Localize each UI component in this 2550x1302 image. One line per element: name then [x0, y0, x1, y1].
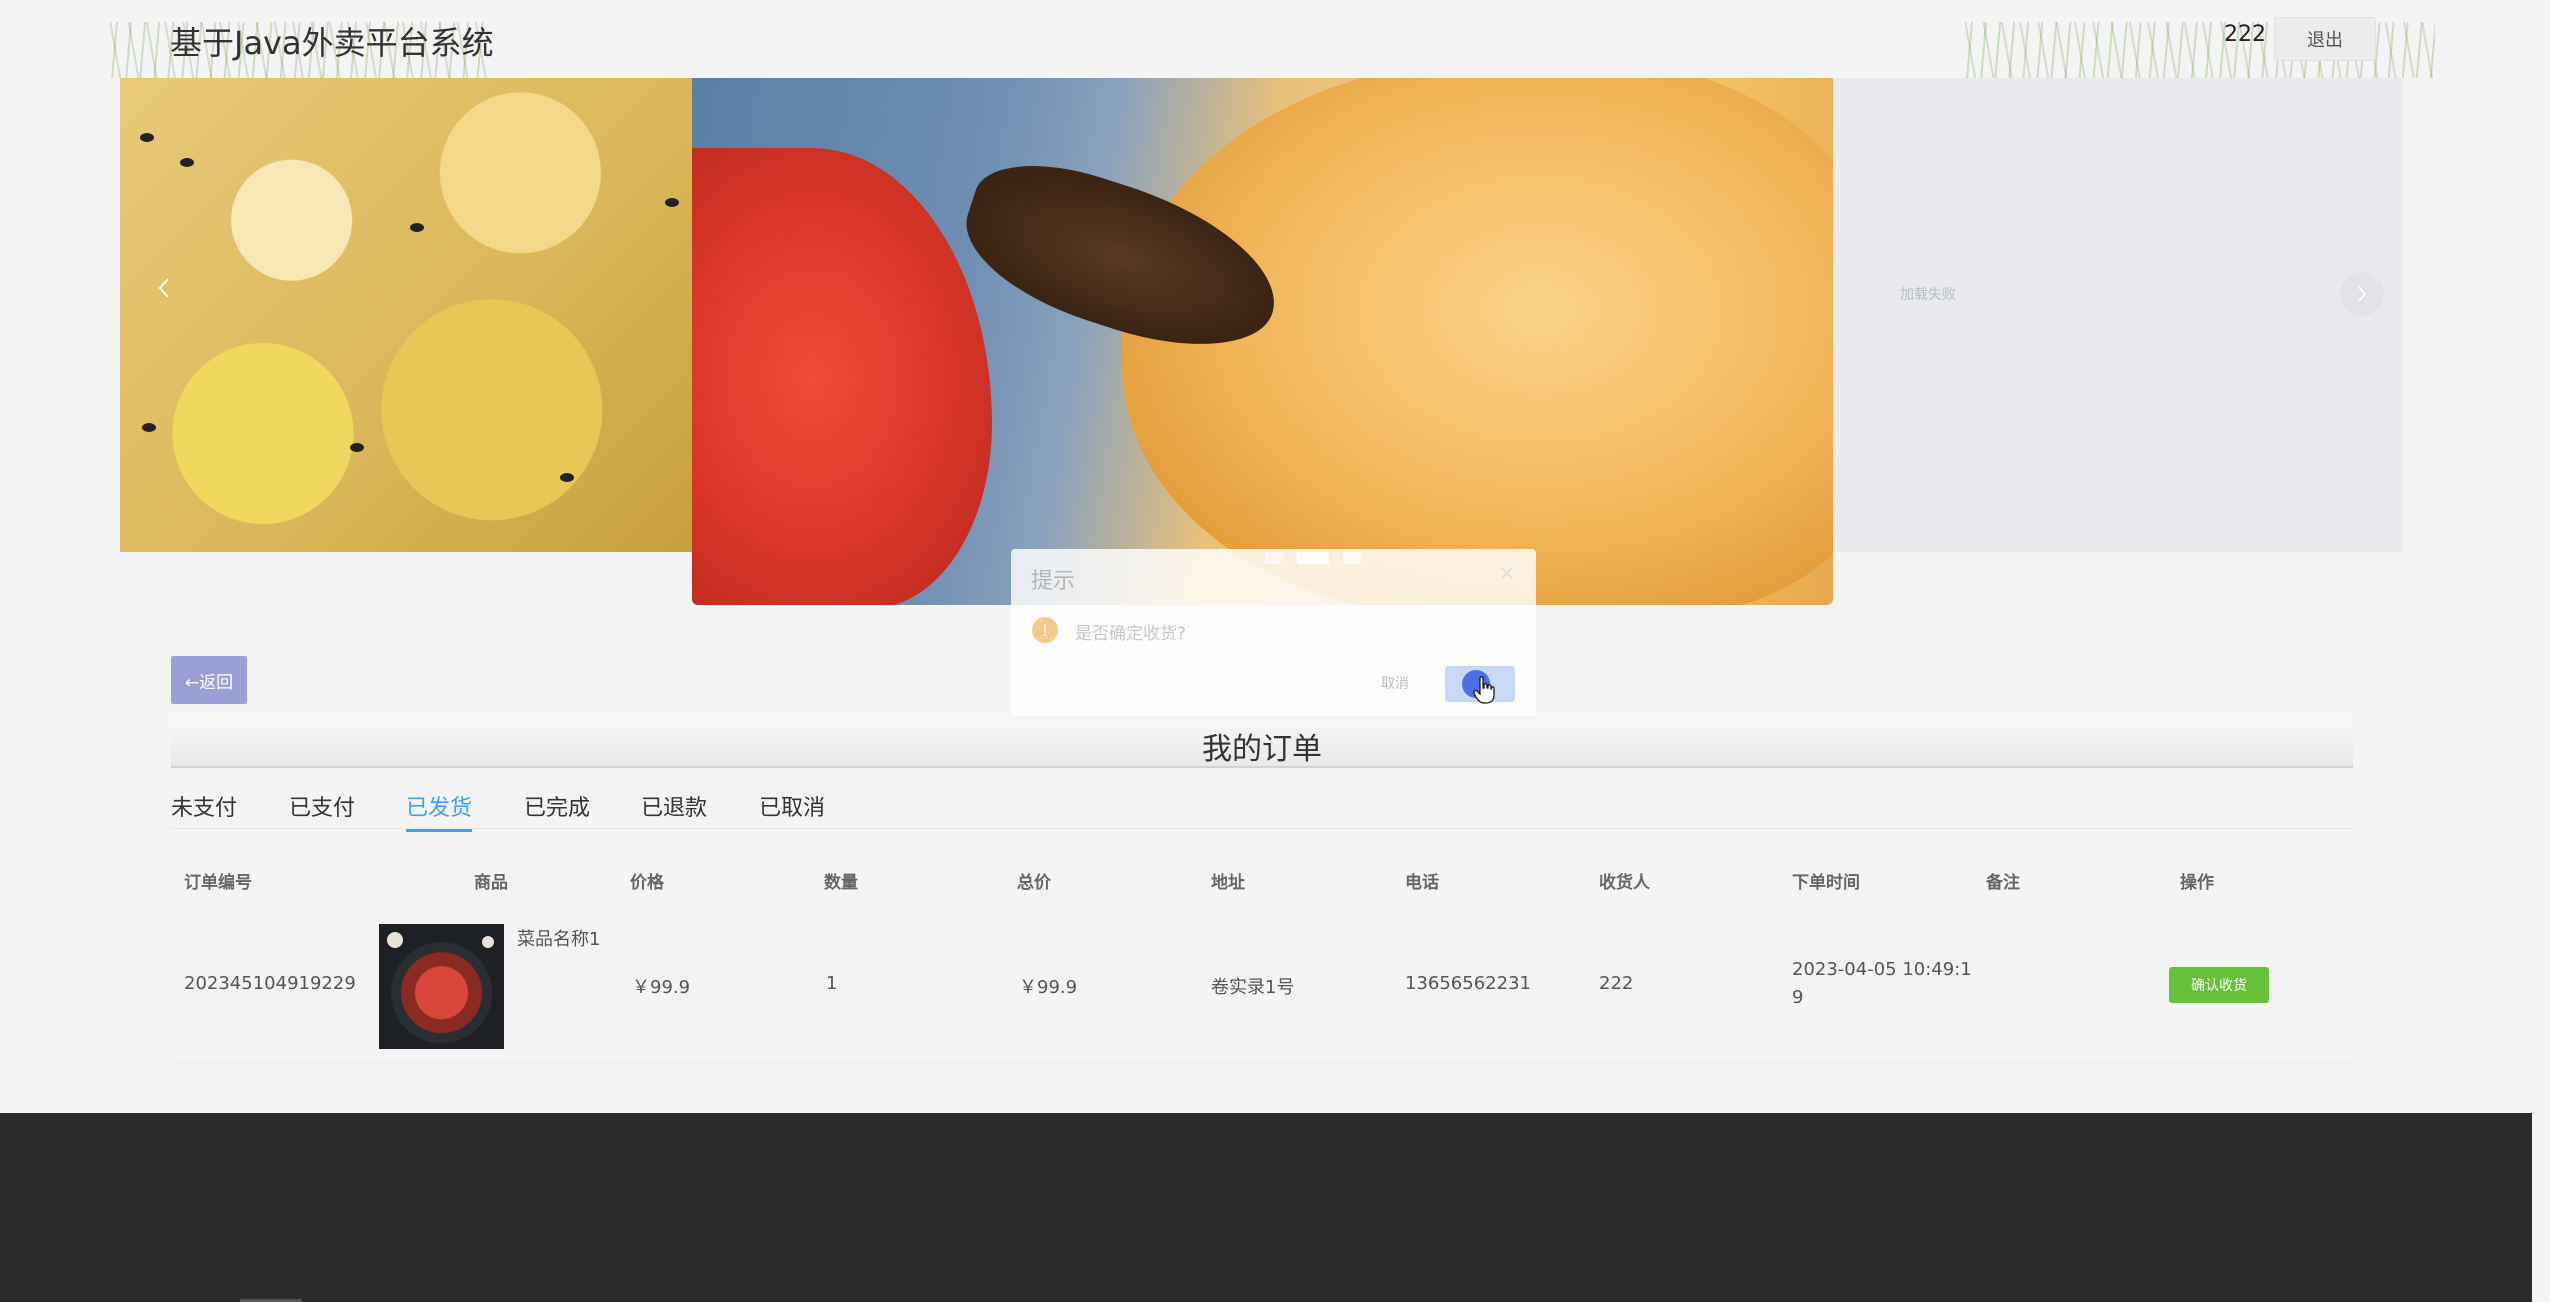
- back-button[interactable]: ←返回: [171, 656, 247, 704]
- chevron-left-icon: [158, 278, 169, 298]
- sesame-seed: [180, 158, 194, 167]
- column-header: 地址: [1211, 873, 1245, 893]
- sesame-seed: [140, 133, 154, 142]
- tab-cancelled[interactable]: 已取消: [759, 790, 825, 822]
- column-header: 收货人: [1599, 873, 1650, 893]
- total-price: ￥99.9: [1019, 977, 1078, 998]
- column-header: 操作: [2180, 873, 2214, 893]
- column-header: 订单编号: [184, 873, 252, 893]
- site-title: 基于Java外卖平台系统: [170, 24, 494, 62]
- carousel-slide-prev: [120, 78, 692, 552]
- order-number: 202345104919229: [184, 973, 356, 994]
- column-header: 备注: [1986, 873, 2020, 893]
- sesame-seed: [410, 223, 424, 232]
- column-header: 数量: [824, 873, 858, 893]
- carousel-prev-button[interactable]: [146, 270, 182, 306]
- user-name: 222: [2224, 22, 2266, 47]
- product-name: 菜品名称1: [517, 929, 601, 950]
- close-icon[interactable]: ×: [1498, 561, 1516, 586]
- chevron-right-icon: [2358, 286, 2367, 302]
- hand-cursor-icon: [1473, 676, 1495, 704]
- dialog-message: 是否确定收货?: [1075, 624, 1187, 644]
- product-image: [379, 924, 504, 1049]
- price: ￥99.9: [632, 977, 691, 998]
- page-title: 我的订单: [1202, 732, 1322, 767]
- order-status-tabs: 未支付 已支付 已发货 已完成 已退款 已取消: [171, 786, 2353, 832]
- table-row: 202345104919229 菜品名称1 ￥99.9 1 ￥99.9 卷实录1…: [171, 907, 2353, 1064]
- dialog-cancel-button[interactable]: 取消: [1366, 666, 1424, 700]
- dialog-title: 提示: [1031, 569, 1076, 594]
- confirm-receipt-button[interactable]: 确认收货: [2169, 967, 2269, 1003]
- logout-button[interactable]: 退出: [2274, 17, 2376, 61]
- carousel-next-button[interactable]: [2340, 272, 2384, 316]
- column-header: 商品: [474, 873, 508, 893]
- orders-table: 订单编号 商品 价格 数量 总价 地址 电话 收货人 下单时间 备注 操作 20…: [171, 848, 2353, 1064]
- quantity: 1: [826, 973, 838, 994]
- sesame-seed: [142, 423, 156, 432]
- tab-paid[interactable]: 已支付: [289, 790, 355, 822]
- page-footer: [0, 1113, 2532, 1302]
- sesame-seed: [665, 198, 679, 207]
- order-time-wrap: 9: [1792, 987, 1804, 1008]
- food-image-part: [692, 148, 992, 605]
- site-header: 基于Java外卖平台系统: [110, 0, 2435, 78]
- phone: 13656562231: [1405, 973, 1531, 994]
- banner-carousel: 加载失败: [0, 0, 2550, 620]
- column-header: 电话: [1405, 873, 1439, 893]
- warning-icon: !: [1032, 617, 1058, 643]
- dialog-ok-button[interactable]: [1445, 666, 1515, 704]
- sesame-seed: [560, 473, 574, 482]
- tab-completed[interactable]: 已完成: [524, 790, 590, 822]
- order-time: 2023-04-05 10:49:1: [1792, 959, 1972, 980]
- column-header: 价格: [630, 873, 664, 893]
- address: 卷实录1号: [1211, 977, 1295, 998]
- confirm-dialog: 提示 × ! 是否确定收货? 取消: [1011, 549, 1536, 716]
- tab-shipped[interactable]: 已发货: [406, 790, 473, 832]
- sesame-seed: [350, 443, 364, 452]
- column-header: 下单时间: [1792, 873, 1860, 893]
- tab-refunded[interactable]: 已退款: [641, 790, 707, 822]
- column-header: 总价: [1017, 873, 1051, 893]
- orders-title-bar: 我的订单: [171, 718, 2353, 768]
- image-load-failed-text: 加载失败: [1900, 287, 1956, 303]
- carousel-slide-next: [1833, 78, 2403, 552]
- carousel-slide-active[interactable]: [692, 78, 1833, 605]
- tab-unpaid[interactable]: 未支付: [171, 790, 237, 822]
- receiver: 222: [1599, 973, 1634, 994]
- table-header: 订单编号 商品 价格 数量 总价 地址 电话 收货人 下单时间 备注 操作: [171, 848, 2353, 907]
